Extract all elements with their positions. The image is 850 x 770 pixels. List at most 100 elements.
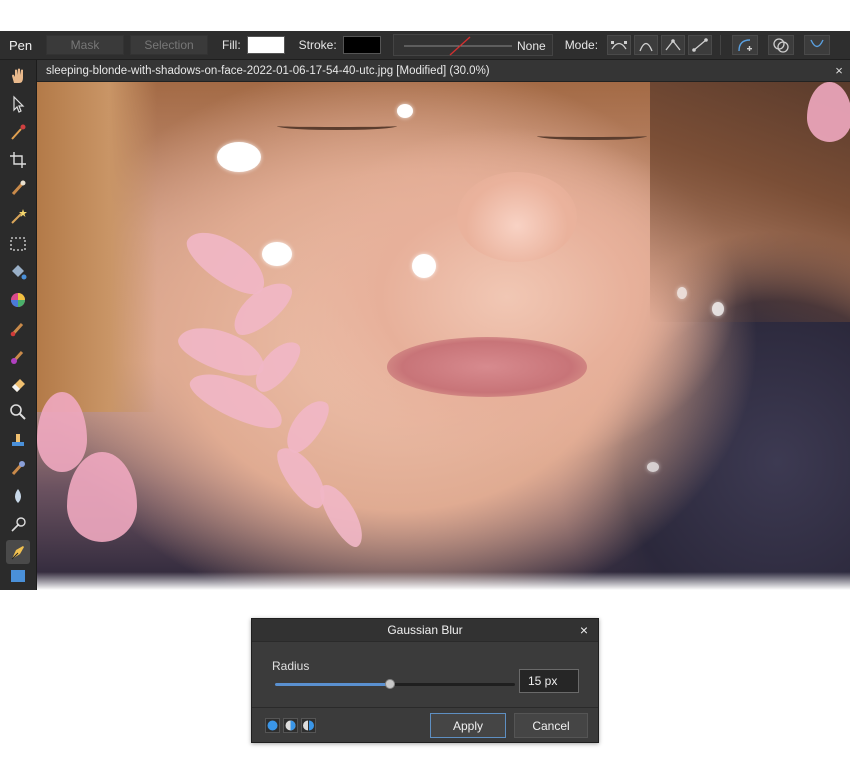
document-canvas[interactable] [37,82,850,590]
canvas-flower-white [262,242,292,266]
polygon-mode-icon [665,39,681,51]
tool-eraser[interactable] [6,372,30,396]
fill-label: Fill: [222,38,241,52]
selection-button[interactable]: Selection [130,35,208,55]
dialog-divider [252,707,598,708]
canvas-lips [387,337,587,397]
tools-panel [0,60,37,590]
dialog-close-icon[interactable]: × [576,621,592,639]
canvas-hair-left [37,82,157,412]
tool-healing[interactable] [6,456,30,480]
tool-clone[interactable] [6,428,30,452]
context-toolbar: Pen Mask Selection Fill: Stroke: None Mo… [0,31,850,60]
dialog-titlebar[interactable]: Gaussian Blur × [252,619,598,642]
preview-split-button[interactable] [283,718,298,733]
fill-swatch[interactable] [246,36,285,54]
tool-name: Pen [9,37,33,53]
canvas-bottom-fade [37,572,850,590]
polygon-mode-button[interactable] [661,35,686,55]
cancel-button[interactable]: Cancel [514,713,588,738]
canvas-eye-left [277,122,397,130]
gaussian-blur-dialog: Gaussian Blur × Radius 15 px Apply Cance… [251,618,599,743]
canvas-flower-pink [67,452,137,542]
selection-brush-icon [11,180,26,196]
document-close-icon[interactable]: × [828,63,850,78]
zoom-icon [10,404,26,420]
preview-split-icon [285,720,296,731]
preview-full-icon [267,720,278,731]
radius-slider[interactable] [275,679,515,689]
crop-icon [10,152,26,168]
preview-mirror-button[interactable] [301,718,316,733]
document-title: sleeping-blonde-with-shadows-on-face-202… [46,64,490,77]
preview-mode-group [265,718,316,733]
tool-magic-wand[interactable] [6,204,30,228]
smart-mode-icon [639,42,653,52]
healing-brush-icon [11,461,25,476]
preview-mirror-icon [303,720,314,731]
boolean-ops-button[interactable] [768,35,795,55]
preview-full-button[interactable] [265,718,280,733]
tool-crop[interactable] [6,148,30,172]
snapping-button[interactable] [804,35,831,55]
marquee-icon [10,237,26,251]
line-mode-icon [692,38,708,52]
pen-mode-icon [611,41,628,50]
tool-color-wheel[interactable] [6,288,30,312]
dodge-icon [11,517,26,532]
toolbar-divider [720,35,722,55]
canvas-flower-white [412,254,436,278]
tool-dodge[interactable] [6,512,30,536]
mask-button[interactable]: Mask [46,35,124,55]
dialog-title: Gaussian Blur [387,623,463,637]
add-node-button[interactable] [732,35,759,55]
magic-wand-icon [11,209,27,224]
pointer-icon [13,95,25,113]
tool-pen[interactable] [6,540,30,564]
canvas-petal-white [712,302,724,316]
flood-fill-icon [12,265,27,280]
tool-blur[interactable] [6,484,30,508]
tool-hand[interactable] [6,64,30,88]
canvas-leaf [313,478,371,552]
snapping-icon [810,39,824,48]
tool-eyedropper[interactable] [6,120,30,144]
tool-color-replace[interactable] [6,344,30,368]
canvas-nose [457,172,577,262]
radius-input[interactable]: 15 px [519,669,579,693]
radius-label: Radius [272,659,310,673]
tool-marquee[interactable] [6,232,30,256]
tool-paint-brush[interactable] [6,316,30,340]
stroke-label: Stroke: [298,38,337,52]
add-node-icon [738,39,753,52]
apply-button[interactable]: Apply [430,713,506,738]
canvas-flower-pink [807,82,850,142]
smart-mode-button[interactable] [634,35,659,55]
radius-slider-fill [275,683,391,686]
mode-label: Mode: [564,38,599,52]
eyedropper-icon [11,124,26,140]
canvas-petal-white [677,287,687,299]
eraser-icon [12,379,25,392]
stroke-style-picker[interactable]: None [392,34,553,56]
boolean-ops-icon [773,38,789,53]
tool-flood-fill[interactable] [6,260,30,284]
stroke-swatch[interactable] [342,36,381,54]
color-replace-icon [11,350,24,364]
radius-slider-thumb[interactable] [385,679,396,689]
tool-selection-brush[interactable] [6,176,30,200]
pen-tool-icon [11,546,24,560]
canvas-flower-white [217,142,261,172]
line-mode-button[interactable] [688,35,713,55]
pen-mode-button[interactable] [607,35,632,55]
canvas-petal-white [647,462,659,472]
tool-move[interactable] [6,92,30,116]
document-tab[interactable]: sleeping-blonde-with-shadows-on-face-202… [37,60,850,82]
color-swatch-icon[interactable] [11,570,25,582]
hand-icon [12,68,23,83]
paint-brush-icon [10,322,24,337]
tool-zoom[interactable] [6,400,30,424]
blur-brush-icon [15,489,21,503]
stroke-style-label: None [517,39,546,53]
color-wheel-icon [11,293,25,307]
